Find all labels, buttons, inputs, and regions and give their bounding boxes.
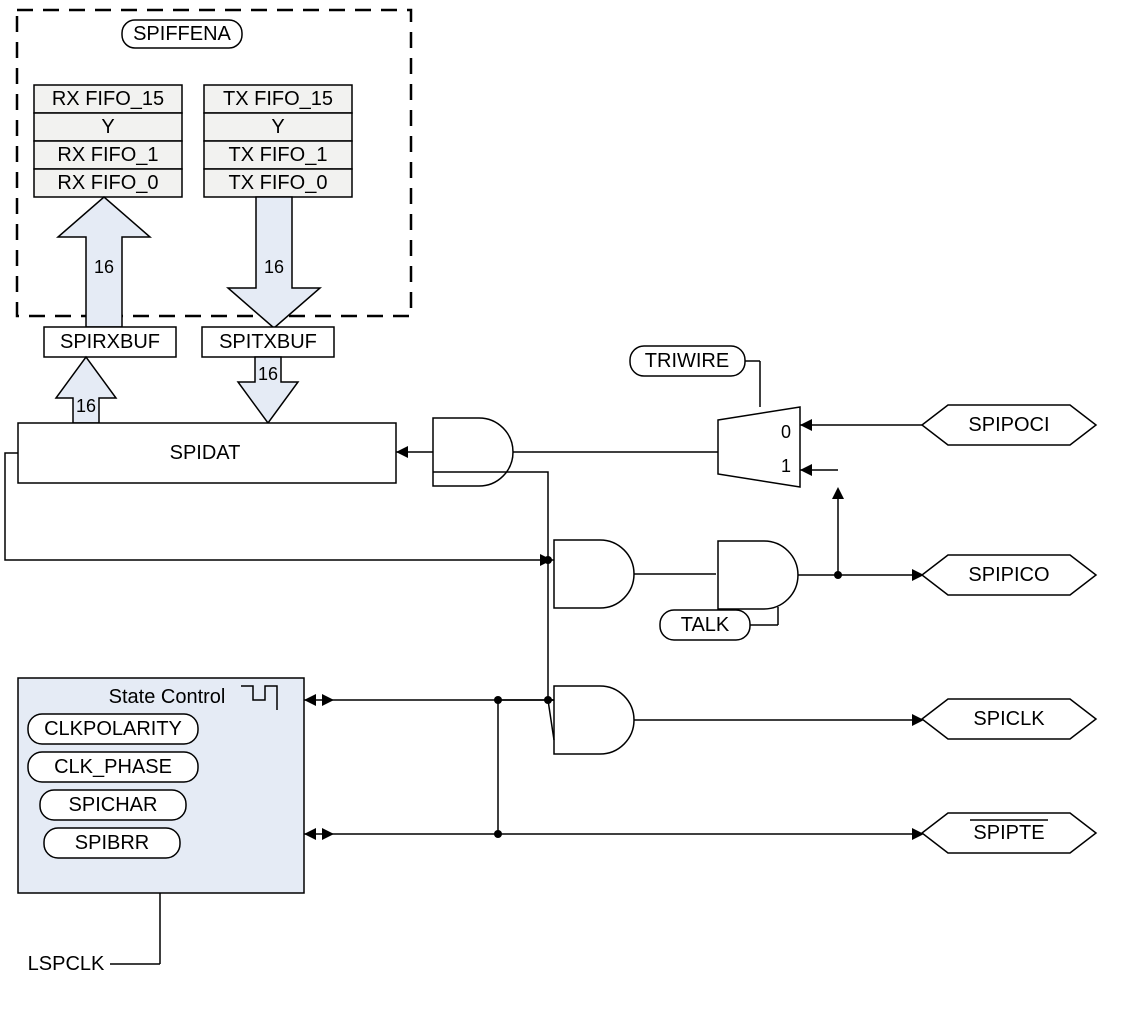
triwire-label: TRIWIRE bbox=[645, 350, 729, 372]
clkphase-label: CLK_PHASE bbox=[54, 756, 172, 778]
spibrr-label: SPIBRR bbox=[75, 832, 149, 854]
mux-in0-arrow bbox=[800, 419, 812, 431]
sc-bot-back-arrow bbox=[304, 828, 316, 840]
rx-fifo-0: RX FIFO_0 bbox=[57, 172, 158, 194]
tx-fifo-1: TX FIFO_1 bbox=[229, 144, 328, 166]
and-gate-3 bbox=[554, 686, 634, 754]
and1-out-arrow bbox=[396, 446, 408, 458]
rx-fifo-1: RX FIFO_1 bbox=[57, 144, 158, 166]
svg-text:SPICLK: SPICLK bbox=[973, 708, 1045, 730]
spirxbuf-label: SPIRXBUF bbox=[60, 331, 160, 353]
sc-top-fwd-arrow bbox=[322, 694, 334, 706]
feedback-up-arrow bbox=[832, 487, 844, 499]
tx-fifo-y: Y bbox=[271, 116, 284, 138]
talk-label: TALK bbox=[681, 614, 730, 636]
svg-text:SPIPOCI: SPIPOCI bbox=[968, 414, 1049, 436]
lspclk-label: LSPCLK bbox=[28, 953, 105, 975]
spichar-label: SPICHAR bbox=[69, 794, 158, 816]
mux-0: 0 bbox=[781, 422, 791, 442]
state-control-box bbox=[18, 678, 304, 893]
and-gate-2 bbox=[554, 540, 634, 608]
spitxbuf-label: SPITXBUF bbox=[219, 331, 317, 353]
spipoci-hex: SPIPOCI bbox=[922, 405, 1096, 445]
spipte-hex: SPIPTE bbox=[922, 813, 1096, 853]
state-control-title: State Control bbox=[109, 686, 226, 708]
rx-fifo-y: Y bbox=[101, 116, 114, 138]
vertical-bus-top bbox=[433, 472, 548, 588]
rx-arrow-top-width: 16 bbox=[94, 257, 114, 277]
mux-in1-arrow bbox=[800, 464, 812, 476]
sc-top-back-arrow bbox=[304, 694, 316, 706]
spipte-out-arrow bbox=[912, 828, 924, 840]
spiffena-label: SPIFFENA bbox=[133, 23, 231, 45]
rx-fifo-stack: RX FIFO_15 Y RX FIFO_1 RX FIFO_0 bbox=[34, 85, 182, 197]
svg-text:SPIPICO: SPIPICO bbox=[968, 564, 1049, 586]
tx-arrow-bottom-width: 16 bbox=[258, 364, 278, 384]
buffer-talk bbox=[718, 541, 798, 609]
tx-fifo-0: TX FIFO_0 bbox=[229, 172, 328, 194]
spiclk-out-arrow bbox=[912, 714, 924, 726]
tx-fifo-15: TX FIFO_15 bbox=[223, 88, 333, 110]
rx-fifo-15: RX FIFO_15 bbox=[52, 88, 164, 110]
tx-arrow-top-width: 16 bbox=[264, 257, 284, 277]
svg-text:SPIPTE: SPIPTE bbox=[973, 822, 1044, 844]
tx-fifo-stack: TX FIFO_15 Y TX FIFO_1 TX FIFO_0 bbox=[204, 85, 352, 197]
clkpolarity-label: CLKPOLARITY bbox=[44, 718, 182, 740]
rx-arrow-bottom-width: 16 bbox=[76, 396, 96, 416]
spipico-hex: SPIPICO bbox=[922, 555, 1096, 595]
sc-bot-fwd-arrow bbox=[322, 828, 334, 840]
and-gate-1 bbox=[433, 418, 513, 486]
spiclk-hex: SPICLK bbox=[922, 699, 1096, 739]
spidat-label: SPIDAT bbox=[170, 442, 241, 464]
mux-1: 1 bbox=[781, 456, 791, 476]
